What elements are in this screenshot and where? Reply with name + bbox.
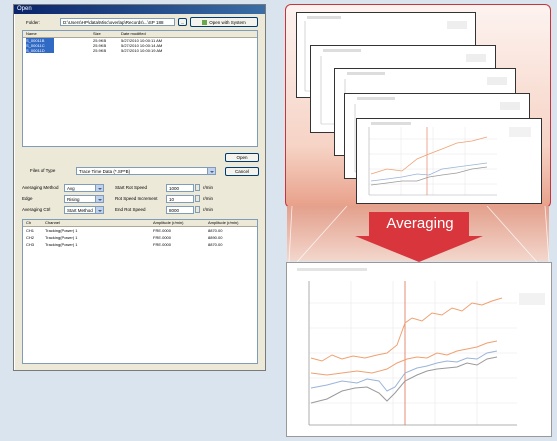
edge-value: Rising [67, 197, 80, 202]
series-line [370, 162, 488, 182]
column-amplitude-b[interactable]: Amplitude (r/min) [208, 220, 238, 226]
file-size: 25.9KB [93, 48, 107, 53]
channel-row[interactable]: CH3 Tracking(Power) 1 FRE.0000 8870.00 [23, 242, 257, 247]
series-line [310, 297, 503, 362]
channel-name: Tracking(Power) 1 [45, 228, 78, 233]
unit-label: r/min [203, 207, 213, 212]
end-rot-speed-spinner[interactable] [195, 206, 200, 213]
column-size[interactable]: Size [93, 31, 101, 37]
edge-label: Edge [22, 196, 33, 201]
averaged-result-panel [286, 262, 552, 437]
browse-button[interactable]: ... [178, 18, 187, 26]
unit-label: r/min [203, 185, 213, 190]
open-with-system-label: Open with System [209, 20, 246, 25]
start-rot-speed-spinner[interactable] [195, 184, 200, 191]
averaging-method-select[interactable]: Avg [64, 184, 104, 192]
averaging-ctrl-value: Start Method [67, 208, 93, 213]
file-list[interactable]: Name Size Date modified S_00011B 25.9KB … [22, 30, 258, 147]
column-channel[interactable]: Channel [45, 220, 60, 226]
channel-list[interactable]: Ch Channel Amplitude (r/min) Amplitude (… [22, 219, 258, 364]
files-of-type-label: Files of Type [30, 168, 56, 173]
dialog-title-bar: Open [14, 5, 265, 14]
channel-name: Tracking(Power) 1 [45, 235, 78, 240]
open-dialog: Open Folder: D:\Users\HP\data\Misc\overl… [13, 4, 266, 371]
channel-list-header: Ch Channel Amplitude (r/min) Amplitude (… [23, 220, 257, 227]
averaging-method-label: Averaging Method [22, 185, 59, 190]
open-button[interactable]: Open [225, 153, 259, 162]
channel-id: CH3 [26, 242, 35, 247]
channel-row[interactable]: CH1 Tracking(Power) 1 FRE.0000 8870.00 [23, 228, 257, 233]
series-line [370, 136, 488, 175]
averaged-graph [297, 268, 545, 426]
cancel-button[interactable]: Cancel [225, 167, 259, 176]
channel-value-b: 8870.00 [208, 228, 223, 233]
rot-speed-increment-label: Rot Speed Increment [115, 196, 158, 201]
end-rot-speed-label: End Rot Speed [115, 207, 146, 212]
file-list-header: Name Size Date modified [23, 31, 257, 38]
end-rot-speed-input[interactable]: 8000 [166, 206, 194, 214]
column-amplitude-a[interactable]: Amplitude (r/min) [153, 220, 183, 226]
averaging-ctrl-select[interactable]: Start Method [64, 206, 104, 214]
channel-id: CH1 [26, 228, 35, 233]
series-line [310, 350, 498, 392]
averaging-method-value: Avg [67, 186, 75, 191]
channel-row[interactable]: CH2 Tracking(Power) 1 FRE.0000 8890.00 [23, 235, 257, 240]
files-of-type-select[interactable]: Trace Time Data (*.SP*B) [76, 167, 216, 175]
channel-value-a: FRE.0000 [153, 235, 172, 240]
chevron-down-icon[interactable] [95, 196, 103, 202]
channel-value-a: FRE.0000 [153, 228, 172, 233]
column-date[interactable]: Date modified [121, 31, 146, 37]
start-rot-speed-input[interactable]: 1000 [166, 184, 194, 192]
series-line [310, 356, 498, 404]
file-row[interactable]: S_00011D 25.9KB 5/27/2010 10:00:19 AM [23, 48, 257, 53]
channel-value-a: FRE.0000 [153, 242, 172, 247]
averaging-label: Averaging [386, 215, 454, 232]
series-line [370, 166, 488, 186]
channel-value-b: 8890.00 [208, 235, 223, 240]
file-date: 5/27/2010 10:00:19 AM [121, 48, 163, 53]
column-ch[interactable]: Ch [26, 220, 31, 226]
folder-label: Folder: [26, 20, 41, 25]
channel-name: Tracking(Power) 1 [45, 242, 78, 247]
rot-speed-increment-spinner[interactable] [195, 195, 200, 202]
graph-thumbnail [368, 122, 531, 196]
chevron-down-icon[interactable] [207, 168, 215, 174]
edge-select[interactable]: Rising [64, 195, 104, 203]
folder-path-field[interactable]: D:\Users\HP\data\Misc\overlap\Records\..… [60, 18, 175, 26]
rot-speed-increment-input[interactable]: 10 [166, 195, 194, 203]
files-of-type-value: Trace Time Data (*.SP*B) [79, 169, 131, 174]
file-name: S_00011D [26, 48, 54, 53]
chevron-down-icon[interactable] [95, 185, 103, 191]
unit-label: r/min [203, 196, 213, 201]
column-name[interactable]: Name [26, 31, 37, 37]
open-with-system-button[interactable]: Open with System [190, 17, 258, 27]
folder-icon [202, 20, 208, 26]
channel-id: CH2 [26, 235, 35, 240]
averaging-ctrl-label: Averaging Ctrl [22, 207, 51, 212]
chevron-down-icon[interactable] [95, 207, 103, 213]
graph-card-front [356, 118, 542, 204]
start-rot-speed-label: Start Rot Speed [115, 185, 148, 190]
channel-value-b: 8870.00 [208, 242, 223, 247]
